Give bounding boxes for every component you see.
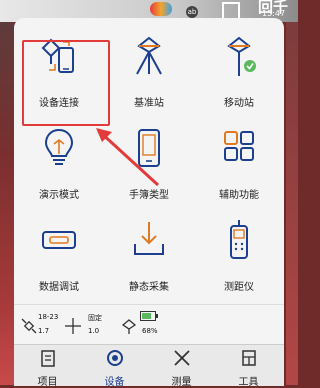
tile-label: 数据调试 bbox=[39, 282, 79, 293]
controller-type-icon bbox=[138, 129, 160, 167]
selection-highlight bbox=[22, 40, 110, 126]
tile-label: 手簿类型 bbox=[129, 190, 169, 201]
tab-survey[interactable]: 测量 bbox=[148, 345, 215, 388]
bottom-tab-bar: 项目 设备 测量 工具 bbox=[14, 344, 284, 388]
age-value: 1.0 bbox=[88, 327, 100, 335]
tab-device[interactable]: 设备 bbox=[81, 345, 148, 388]
tile-demo-mode[interactable]: 演示模式 bbox=[14, 118, 104, 210]
app-logo-icon bbox=[150, 2, 172, 16]
battery-icon bbox=[140, 311, 158, 321]
background-right bbox=[286, 0, 298, 385]
tile-rangefinder[interactable]: 测距仪 bbox=[194, 210, 284, 302]
tile-auxiliary[interactable]: 辅助功能 bbox=[194, 118, 284, 210]
crosshair-icon bbox=[65, 318, 81, 334]
pdop-value: 1.7 bbox=[38, 327, 50, 335]
rover-station-icon bbox=[227, 36, 256, 76]
tile-controller-type[interactable]: 手簿类型 bbox=[104, 118, 194, 210]
receiver-icon bbox=[121, 319, 137, 334]
demo-lightbulb-icon bbox=[44, 128, 74, 165]
survey-icon bbox=[174, 350, 190, 366]
auxiliary-grid-icon bbox=[224, 131, 254, 161]
tile-base-station[interactable]: 基准站 bbox=[104, 26, 194, 118]
tab-tools[interactable]: 工具 bbox=[215, 345, 282, 388]
tile-rover-station[interactable]: 移动站 bbox=[194, 26, 284, 118]
tab-label: 测量 bbox=[171, 377, 192, 388]
static-collect-icon bbox=[134, 222, 164, 255]
status-time: 15:47 bbox=[262, 9, 286, 18]
data-debug-icon bbox=[42, 231, 76, 249]
base-station-icon bbox=[136, 36, 162, 75]
tile-label: 演示模式 bbox=[39, 190, 79, 201]
fix-status: 固定 bbox=[88, 314, 102, 322]
tile-label: 移动站 bbox=[224, 98, 254, 109]
project-icon bbox=[41, 350, 55, 367]
tile-static-collect[interactable]: 静态采集 bbox=[104, 210, 194, 302]
tile-label: 辅助功能 bbox=[219, 190, 259, 201]
tab-project[interactable]: 项目 bbox=[14, 345, 81, 388]
ab-badge: ab bbox=[186, 6, 198, 18]
tile-label: 基准站 bbox=[134, 98, 164, 109]
tile-label: 静态采集 bbox=[129, 282, 169, 293]
tab-label: 设备 bbox=[104, 377, 125, 388]
tab-label: 工具 bbox=[238, 377, 259, 388]
battery-percent: 68% bbox=[142, 327, 158, 335]
device-panel: 设备连接 基准站 移动站 演示模式 手簿类型 辅助功能 数据调试 静态采集 测距… bbox=[14, 18, 284, 388]
device-icon bbox=[107, 350, 123, 366]
satellite-icon bbox=[21, 318, 37, 334]
tab-label: 项目 bbox=[37, 377, 58, 388]
tile-label: 测距仪 bbox=[224, 282, 254, 293]
tile-data-debug[interactable]: 数据调试 bbox=[14, 210, 104, 302]
rangefinder-icon bbox=[230, 220, 248, 259]
satellite-count: 18-23 bbox=[38, 313, 59, 321]
tools-icon bbox=[242, 350, 256, 366]
gnss-status-row: 18-23 1.7 固定 1.0 68% bbox=[14, 304, 284, 345]
background-left bbox=[0, 0, 14, 385]
